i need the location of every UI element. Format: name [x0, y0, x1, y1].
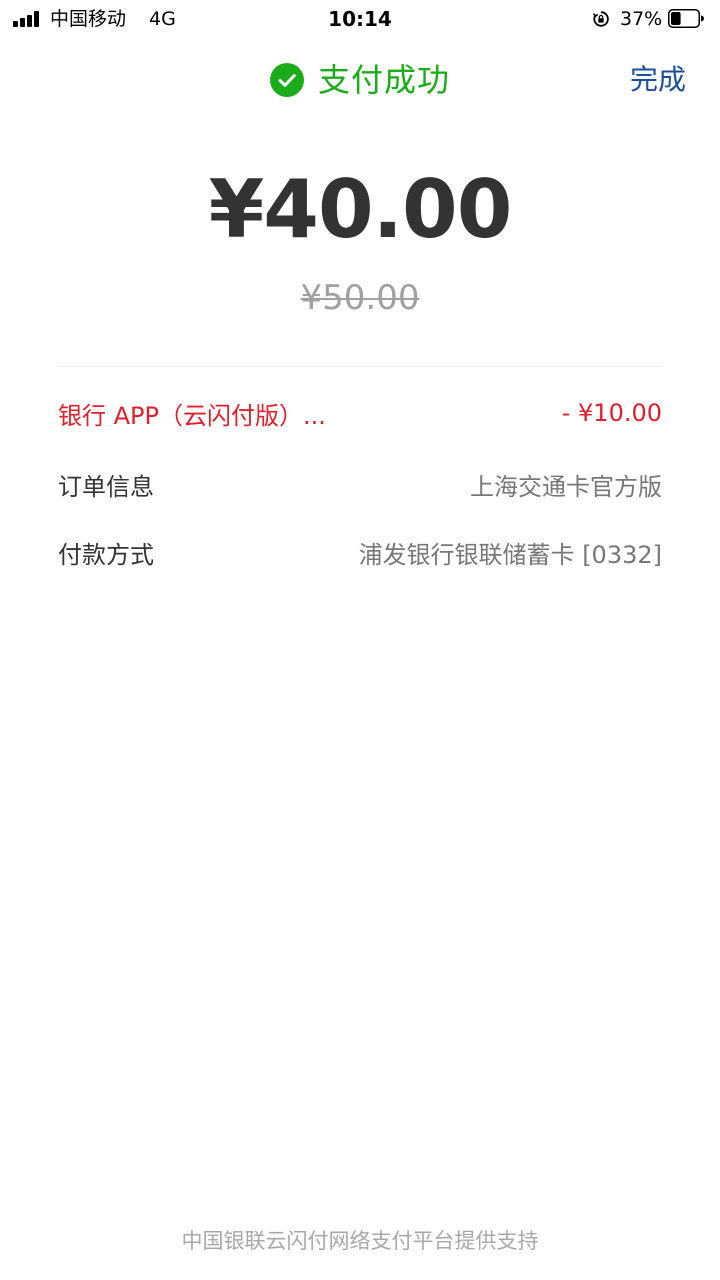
success-check-icon	[270, 63, 304, 97]
order-info-value: 上海交通卡官方版	[470, 472, 662, 501]
footer-text: 中国银联云闪付网络支付平台提供支持	[181, 1229, 539, 1253]
order-info-row: 订单信息 上海交通卡官方版	[58, 464, 662, 504]
battery-icon	[668, 9, 704, 28]
order-info-label: 订单信息	[58, 472, 154, 501]
status-time: 10:14	[328, 7, 392, 31]
discount-value: - ¥10.00	[561, 399, 662, 427]
page-title: 支付成功	[318, 61, 451, 99]
payment-method-label: 付款方式	[58, 540, 154, 569]
done-button[interactable]: 完成	[630, 52, 686, 108]
payment-method-value: 浦发银行银联储蓄卡 [0332]	[358, 540, 662, 569]
original-amount: ¥50.00	[300, 278, 420, 318]
rotation-lock-icon	[592, 11, 609, 27]
amount-paid: ¥40.00	[208, 163, 513, 256]
status-bar: 中国移动 4G 10:14 37%	[0, 0, 720, 38]
battery-percent: 37%	[620, 8, 663, 30]
discount-label: 银行 APP（云闪付版）...	[58, 401, 326, 430]
header: 支付成功 完成	[0, 52, 720, 108]
header-title-group: 支付成功	[270, 52, 450, 108]
discount-row[interactable]: 银行 APP（云闪付版）... - ¥10.00	[58, 393, 662, 433]
payment-method-row: 付款方式 浦发银行银联储蓄卡 [0332]	[58, 532, 662, 572]
divider	[58, 366, 662, 367]
